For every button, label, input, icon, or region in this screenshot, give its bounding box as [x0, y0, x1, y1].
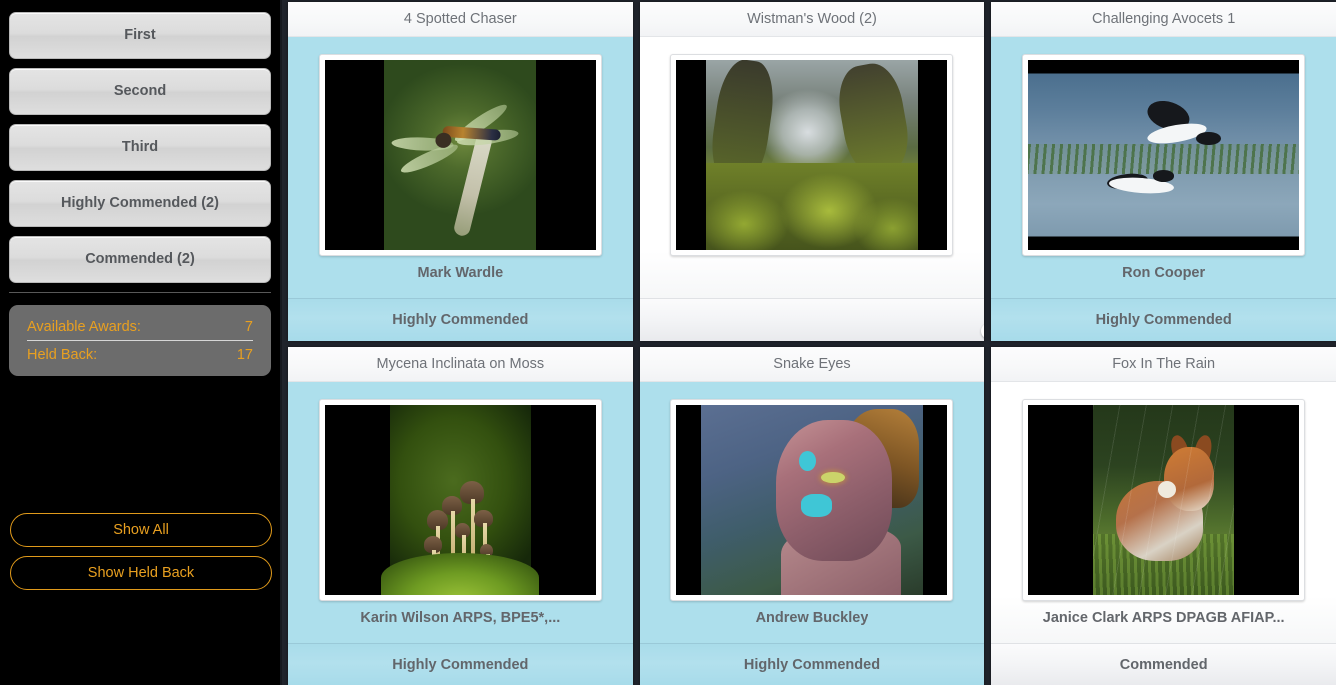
entry-body: Ron Cooper: [991, 37, 1336, 298]
awards-stats-panel: Available Awards: 7 Held Back: 17: [9, 305, 271, 376]
entry-photo-dragonfly-on-flower-head: [324, 60, 596, 250]
entry-award-label: Commended: [1119, 657, 1208, 673]
entry-body: Karin Wilson ARPS, BPE5*,...: [288, 382, 633, 643]
entry-title: Mycena Inclinata on Moss: [288, 347, 633, 382]
entry-photo-mossy-woodland: [676, 60, 948, 250]
held-back-value: 17: [236, 346, 253, 363]
sidebar-item-commended[interactable]: Commended (2): [9, 236, 271, 283]
sidebar-item-highly-commended[interactable]: Highly Commended (2): [9, 180, 271, 227]
show-held-back-button[interactable]: Show Held Back: [10, 556, 272, 590]
entry-photo-body-painted-portrait: [676, 405, 948, 595]
photo-frame[interactable]: [670, 399, 954, 601]
photo-frame[interactable]: [1022, 399, 1306, 601]
entry-author: Andrew Buckley: [755, 610, 869, 626]
awards-panel-divider: [27, 340, 253, 341]
entry-award-footer[interactable]: Highly Commended: [991, 298, 1336, 341]
held-back-row: Held Back: 17: [27, 342, 253, 367]
entry-body: Janice Clark ARPS DPAGB AFIAP...: [991, 382, 1336, 643]
entry-card[interactable]: 4 Spotted Chaser Mark Wardle Highly Comm…: [288, 2, 633, 341]
entry-photo-fox-in-grass: [1028, 405, 1300, 595]
awards-judging-app: First Second Third Highly Commended (2) …: [0, 0, 1336, 685]
toggle-knob: [981, 322, 985, 339]
entry-body: Mark Wardle: [288, 37, 633, 298]
entry-card[interactable]: Fox In The Rain Janice Clark ARPS DPAGB …: [991, 347, 1336, 685]
photo-frame[interactable]: [1022, 54, 1306, 256]
sidebar: First Second Third Highly Commended (2) …: [0, 0, 282, 685]
entry-photo-avocets-in-water: [1028, 60, 1300, 250]
sidebar-actions: Show All Show Held Back: [8, 513, 274, 599]
entry-award-footer[interactable]: Highly Commended: [639, 643, 985, 685]
held-back-label: Held Back:: [27, 346, 98, 363]
photo-frame[interactable]: [670, 54, 954, 256]
entry-title: Challenging Avocets 1: [991, 2, 1336, 37]
entry-award-label: Highly Commended: [1095, 312, 1232, 328]
entry-title: 4 Spotted Chaser: [288, 2, 633, 37]
available-awards-value: 7: [244, 318, 253, 335]
entry-author: Karin Wilson ARPS, BPE5*,...: [360, 610, 561, 626]
entry-award-label: Highly Commended: [743, 657, 881, 673]
entry-photo-mushrooms-on-moss: [324, 405, 596, 595]
available-awards-label: Available Awards:: [27, 318, 141, 335]
entry-card[interactable]: Wistman's Wood (2): [639, 2, 985, 341]
entry-body: Andrew Buckley: [639, 382, 985, 643]
entry-author: Ron Cooper: [1122, 265, 1206, 281]
entry-author: Janice Clark ARPS DPAGB AFIAP...: [1042, 610, 1285, 626]
entry-award-footer[interactable]: Highly Commended: [288, 643, 633, 685]
show-all-button[interactable]: Show All: [10, 513, 272, 547]
entry-award-footer[interactable]: Highly Commended: [288, 298, 633, 341]
entry-title: Snake Eyes: [639, 347, 985, 382]
entry-card[interactable]: Snake Eyes Andrew Buckley Highly Commend…: [639, 347, 985, 685]
photo-frame[interactable]: [318, 399, 602, 601]
available-awards-row: Available Awards: 7: [27, 314, 253, 339]
entry-card[interactable]: Challenging Avocets 1 Ron Cooper Highly …: [991, 2, 1336, 341]
entry-card[interactable]: Mycena Inclinata on Moss Karin Wilson AR…: [288, 347, 633, 685]
entry-body: [639, 37, 985, 298]
entry-title: Wistman's Wood (2): [639, 2, 985, 37]
entry-award-label: Highly Commended: [392, 657, 529, 673]
sidebar-divider: [9, 292, 271, 293]
sidebar-item-second[interactable]: Second: [9, 68, 271, 115]
entry-title: Fox In The Rain: [991, 347, 1336, 382]
entry-award-label: Highly Commended: [392, 312, 529, 328]
photo-frame[interactable]: [318, 54, 602, 256]
entry-award-footer[interactable]: Commended: [991, 643, 1336, 685]
entries-grid: 4 Spotted Chaser Mark Wardle Highly Comm…: [282, 0, 1336, 685]
sidebar-item-third[interactable]: Third: [9, 124, 271, 171]
entry-award-footer[interactable]: [639, 298, 985, 341]
entry-author: Mark Wardle: [417, 265, 504, 281]
sidebar-item-first[interactable]: First: [9, 12, 271, 59]
